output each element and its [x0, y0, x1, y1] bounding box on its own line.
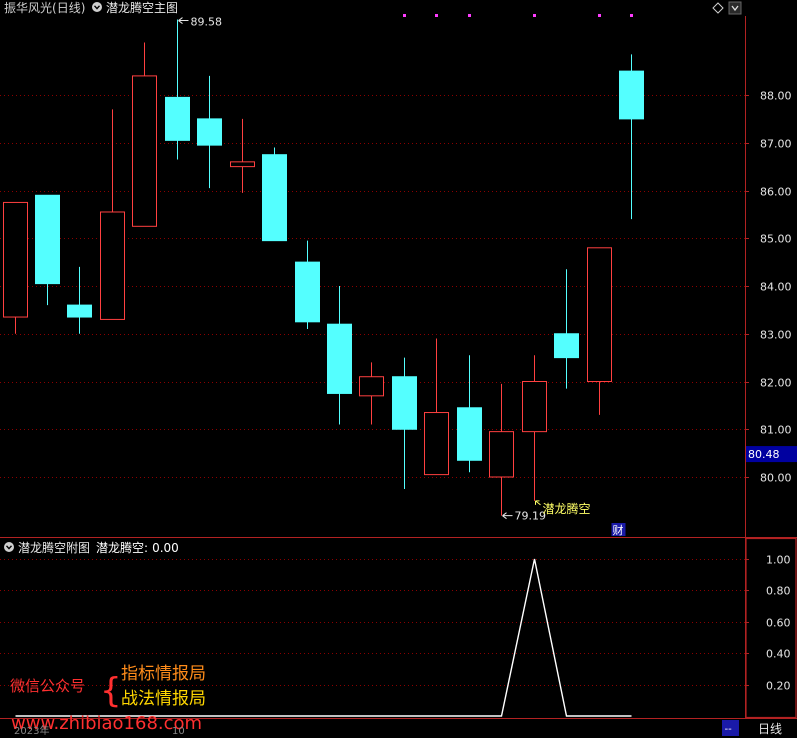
- candle-body: [132, 75, 157, 227]
- main-tick-label: 82.00: [760, 377, 792, 390]
- sub-indicator-value: 0.00: [152, 541, 179, 555]
- main-tick-label: 80.00: [760, 472, 792, 485]
- chart-frame: [0, 16, 797, 719]
- top-signal-marker: [403, 14, 406, 17]
- sub-tick-label: 0.40: [766, 648, 791, 661]
- watermark-line2: 战法情报局: [121, 689, 206, 709]
- top-signal-marker: [630, 14, 633, 17]
- main-tick-label: 85.00: [760, 233, 792, 246]
- financial-badge[interactable]: 财: [611, 523, 626, 537]
- top-signal-marker: [468, 14, 471, 17]
- low-arrow-icon: [502, 512, 513, 520]
- candle-body: [67, 304, 92, 318]
- high-arrow-icon: [178, 17, 189, 24]
- candle-body: [359, 376, 384, 397]
- svg-text:潜龙腾空附图潜龙腾空:0.00: 潜龙腾空附图 潜龙腾空: 0.00: [18, 540, 179, 555]
- candle[interactable]: [3, 201, 28, 334]
- stock-chart[interactable]: 88.00 87.00 86.00 85.00 84.00 83.00 82.00 81.00…: [0, 0, 797, 738]
- candle[interactable]: [392, 357, 417, 489]
- candle-body: [165, 96, 190, 141]
- candle-body: [424, 412, 449, 476]
- candle-body: [262, 154, 287, 242]
- sub-indicator-name[interactable]: 潜龙腾空附图: [18, 540, 90, 555]
- candle[interactable]: [619, 54, 644, 220]
- low-price-label: 79.19: [515, 510, 547, 523]
- pane-toggle-icon[interactable]: [728, 1, 742, 15]
- candle[interactable]: [554, 269, 579, 389]
- watermark-brace: {: [100, 671, 122, 711]
- bottom-dash-text: --: [725, 724, 733, 735]
- candle-body: [457, 407, 482, 461]
- signal-arrow-icon: [535, 500, 541, 506]
- candle[interactable]: [359, 362, 384, 425]
- candle-body: [587, 247, 612, 382]
- current-price-label: 80.48: [748, 448, 780, 461]
- candle-body: [197, 118, 222, 146]
- candle[interactable]: [197, 75, 222, 189]
- diamond-icon[interactable]: [712, 2, 724, 14]
- watermark: 微信公众号 { 指标情报局 战法情报局 www.zhibiao168.com: [10, 664, 206, 734]
- watermark-wechat-label: 微信公众号: [10, 677, 85, 695]
- candle[interactable]: [35, 194, 60, 306]
- candle-body: [295, 261, 320, 323]
- candle[interactable]: [100, 109, 125, 320]
- bottom-date-month: 10: [172, 726, 185, 737]
- candle[interactable]: [489, 383, 514, 516]
- main-tick-label: 88.00: [760, 90, 792, 103]
- candle-body: [3, 201, 28, 318]
- candle[interactable]: [424, 338, 449, 476]
- main-tick-label: 87.00: [760, 138, 792, 151]
- main-tick-label: 86.00: [760, 186, 792, 199]
- candle[interactable]: [457, 355, 482, 473]
- main-tick-label: 84.00: [760, 281, 792, 294]
- candle[interactable]: [262, 147, 287, 242]
- watermark-line1: 指标情报局: [121, 664, 206, 684]
- period-label: (日线): [52, 1, 85, 15]
- candle-body: [230, 161, 255, 168]
- sub-tick-label: 0.20: [766, 680, 791, 693]
- bottom-dash-box[interactable]: --: [722, 720, 739, 736]
- signal-label: 潜龙腾空: [543, 501, 591, 516]
- svg-text:振华风光(日线): 振华风光(日线): [4, 1, 85, 15]
- candle[interactable]: [132, 42, 157, 227]
- top-signal-marker: [598, 14, 601, 17]
- high-price-label: 89.58: [191, 16, 223, 29]
- financial-badge-text: 财: [613, 523, 624, 537]
- candle-body: [619, 70, 644, 120]
- sub-tick-label: 0.80: [766, 585, 791, 598]
- sub-indicator-toggle-icon[interactable]: [4, 542, 14, 552]
- candle-body: [100, 211, 125, 320]
- main-tick-label: 81.00: [760, 424, 792, 437]
- candle-body: [327, 323, 352, 394]
- top-signal-marker: [533, 14, 536, 17]
- sub-tick-label: 1.00: [766, 554, 791, 567]
- candle[interactable]: [295, 240, 320, 329]
- candle-body: [35, 194, 60, 285]
- candle-body: [392, 376, 417, 430]
- candle[interactable]: [327, 286, 352, 425]
- candle[interactable]: [230, 118, 255, 193]
- main-tick-label: 83.00: [760, 329, 792, 342]
- candle-body: [489, 431, 514, 478]
- main-indicator-name[interactable]: 潜龙腾空主图: [106, 0, 178, 15]
- candle[interactable]: [522, 355, 547, 501]
- sub-tick-label: 0.60: [766, 617, 791, 630]
- candle-body: [554, 333, 579, 359]
- main-candle-pane[interactable]: 88.00 87.00 86.00 85.00 84.00 83.00 82.00 81.00…: [0, 14, 797, 537]
- candle[interactable]: [67, 266, 92, 334]
- top-signal-marker: [435, 14, 438, 17]
- candle[interactable]: [587, 247, 612, 415]
- period-tab[interactable]: 日线: [758, 722, 782, 736]
- candle-body: [522, 381, 547, 433]
- bottom-date-year: 2023年: [14, 724, 49, 737]
- candle[interactable]: [165, 19, 190, 160]
- current-price-box: 80.48: [746, 446, 797, 463]
- stock-name: 振华风光: [4, 1, 52, 15]
- indicator-toggle-icon[interactable]: [92, 2, 102, 12]
- sub-indicator-value-label: 潜龙腾空:: [96, 540, 148, 555]
